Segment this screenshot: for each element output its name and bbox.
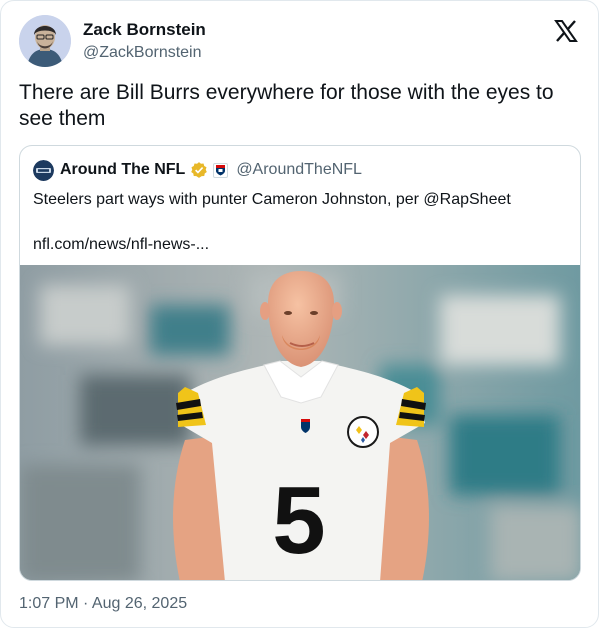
jersey-number: 5 — [272, 467, 325, 574]
author-name[interactable]: Zack Bornstein — [83, 19, 206, 41]
quoted-tweet-header: Around The NFL @AroundTheNFL — [33, 159, 362, 181]
tweet-text: There are Bill Burrs everywhere for thos… — [19, 81, 554, 130]
tweet-timestamp[interactable]: 1:07 PM · Aug 26, 2025 — [19, 593, 187, 615]
quoted-tweet-image[interactable]: 5 — [20, 265, 580, 580]
quoted-author-avatar[interactable] — [33, 159, 54, 181]
author-avatar[interactable] — [19, 15, 71, 67]
verified-badge-icon — [190, 161, 208, 179]
tweet-card: Zack Bornstein @ZackBornstein There are … — [0, 0, 599, 628]
tweet-author[interactable]: Zack Bornstein @ZackBornstein — [19, 15, 206, 67]
author-text: Zack Bornstein @ZackBornstein — [83, 19, 206, 64]
quoted-tweet-text: Steelers part ways with punter Cameron J… — [33, 191, 511, 208]
steelers-logo-icon — [347, 416, 379, 448]
quoted-tweet-link[interactable]: nfl.com/news/nfl-news-... — [33, 234, 209, 256]
author-handle[interactable]: @ZackBornstein — [83, 42, 206, 64]
x-logo-icon[interactable] — [554, 19, 578, 43]
quoted-author-name[interactable]: Around The NFL — [60, 161, 185, 179]
quoted-tweet[interactable]: Around The NFL @AroundTheNFL Steelers pa… — [19, 145, 581, 581]
quoted-author-handle[interactable]: @AroundTheNFL — [236, 161, 362, 179]
nfl-affiliate-badge-icon[interactable] — [213, 162, 229, 178]
